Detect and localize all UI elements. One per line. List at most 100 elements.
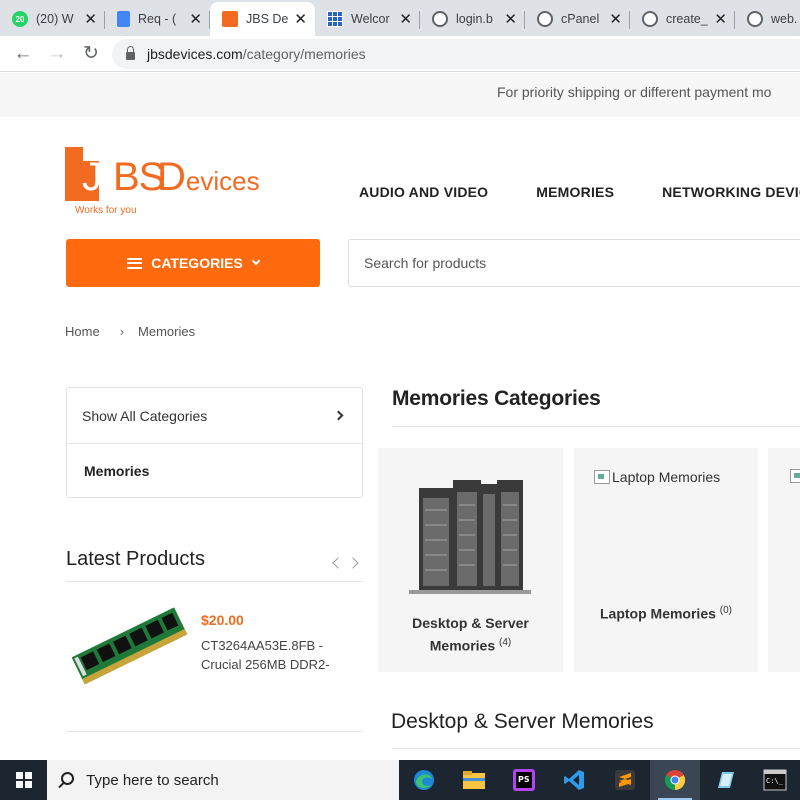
divider bbox=[66, 581, 363, 582]
menu-icon bbox=[127, 257, 143, 269]
close-tab-icon[interactable]: ✕ bbox=[609, 10, 622, 28]
logo-tagline: Works for you bbox=[75, 205, 137, 216]
globe-icon bbox=[747, 11, 763, 27]
ram-module-image[interactable] bbox=[70, 603, 188, 687]
windows-start-button[interactable] bbox=[0, 760, 47, 800]
tab-login[interactable]: login.b ✕ bbox=[420, 2, 525, 36]
lock-icon[interactable] bbox=[126, 46, 135, 60]
tab-title: Welcor bbox=[351, 12, 390, 26]
breadcrumb: Home › Memories bbox=[65, 324, 195, 339]
grid-icon bbox=[327, 11, 343, 27]
tab-welcome[interactable]: Welcor ✕ bbox=[315, 2, 420, 36]
globe-icon bbox=[537, 11, 553, 27]
logo-letter-j: J bbox=[82, 155, 102, 199]
whatsapp-icon: 20 bbox=[12, 11, 28, 27]
nav-memories[interactable]: MEMORIES bbox=[536, 184, 614, 200]
search-box bbox=[348, 239, 800, 287]
chrome-icon[interactable] bbox=[649, 760, 700, 800]
category-name: Laptop Memories bbox=[599, 605, 716, 622]
nav-audio-and-video[interactable]: AUDIO AND VIDEO bbox=[359, 184, 488, 200]
terminal-icon[interactable]: C:\_ bbox=[750, 760, 800, 800]
close-tab-icon[interactable]: ✕ bbox=[84, 10, 97, 28]
chevron-right-icon[interactable] bbox=[347, 557, 359, 569]
tab-cpanel[interactable]: cPanel ✕ bbox=[525, 2, 630, 36]
tab-title: JBS De bbox=[246, 12, 289, 26]
vscode-icon[interactable] bbox=[549, 760, 599, 800]
categories-button[interactable]: CATEGORIES bbox=[66, 239, 320, 287]
broken-image-icon bbox=[594, 470, 610, 484]
category-card-desktop-server[interactable]: Desktop & Server Memories (4) bbox=[378, 448, 563, 672]
taskbar-search[interactable]: Type here to search bbox=[47, 760, 400, 800]
breadcrumb-separator: › bbox=[119, 324, 125, 339]
notice-bar: For priority shipping or different payme… bbox=[0, 73, 800, 117]
notice-text: For priority shipping or different payme… bbox=[497, 84, 772, 100]
category-card-laptop[interactable]: Laptop Memories Laptop Memories (0) bbox=[574, 448, 758, 672]
category-card-label: Laptop Memories (0) bbox=[574, 601, 758, 624]
close-tab-icon[interactable]: ✕ bbox=[504, 10, 517, 28]
windows-taskbar: Type here to search PS C:\_ bbox=[0, 760, 800, 800]
tab-title: create_ bbox=[666, 12, 708, 26]
search-icon bbox=[61, 772, 75, 785]
latest-products-title: Latest Products bbox=[66, 548, 205, 570]
tab-title: login.b bbox=[456, 12, 493, 26]
sidebar-item-memories[interactable]: Memories bbox=[67, 444, 362, 498]
sublime-text-icon[interactable] bbox=[600, 760, 650, 800]
close-tab-icon[interactable]: ✕ bbox=[294, 10, 307, 28]
address-bar[interactable]: jbsdevices.com/category/memories bbox=[112, 39, 800, 69]
tab-title: (20) W bbox=[36, 12, 74, 26]
logo-letters-evices: evices bbox=[185, 166, 260, 196]
tab-docs[interactable]: Req - ( ✕ bbox=[105, 2, 210, 36]
phpstorm-icon[interactable]: PS bbox=[499, 760, 549, 800]
broken-image-glyph bbox=[790, 469, 800, 483]
jbs-icon bbox=[222, 11, 238, 27]
globe-icon bbox=[432, 11, 448, 27]
sidebar-item-label: Memories bbox=[84, 463, 150, 479]
notes-app-icon[interactable] bbox=[700, 760, 750, 800]
show-all-label: Show All Categories bbox=[82, 407, 208, 424]
breadcrumb-home[interactable]: Home bbox=[65, 324, 100, 339]
category-card-partial[interactable] bbox=[768, 448, 800, 672]
category-name: Desktop & Server Memories bbox=[412, 615, 529, 654]
windows-logo-icon bbox=[15, 772, 32, 788]
url-domain: jbsdevices.com bbox=[147, 46, 243, 62]
tab-title: cPanel bbox=[561, 12, 600, 26]
search-input[interactable] bbox=[349, 240, 800, 286]
browser-tab-strip: 20 (20) W ✕ Req - ( ✕ JBS De ✕ Welcor ✕ bbox=[0, 0, 800, 36]
category-card-label: Desktop & Server Memories (4) bbox=[378, 614, 563, 656]
tab-create[interactable]: create_ ✕ bbox=[630, 2, 735, 36]
docs-icon bbox=[117, 11, 130, 27]
close-tab-icon[interactable]: ✕ bbox=[189, 10, 202, 28]
back-arrow-icon[interactable]: ← bbox=[6, 43, 40, 65]
tab-title: web. bbox=[771, 12, 798, 26]
forward-arrow-icon[interactable]: → bbox=[40, 43, 74, 65]
nav-networking-devices[interactable]: NETWORKING DEVICES bbox=[662, 184, 800, 200]
reload-icon[interactable]: ↻ bbox=[74, 42, 108, 65]
svg-text:C:\_: C:\_ bbox=[766, 777, 784, 785]
categories-label: CATEGORIES bbox=[151, 255, 243, 271]
category-count: (4) bbox=[499, 637, 512, 648]
chevron-right-icon bbox=[333, 410, 344, 421]
url-path: /category/memories bbox=[242, 46, 366, 62]
chevron-down-icon bbox=[251, 256, 261, 266]
tab-whatsapp[interactable]: 20 (20) W ✕ bbox=[0, 2, 105, 36]
screen: 20 (20) W ✕ Req - ( ✕ JBS De ✕ Welcor ✕ bbox=[0, 0, 800, 800]
tab-web[interactable]: web. bbox=[735, 2, 800, 36]
tab-jbs-devices[interactable]: JBS De ✕ bbox=[210, 2, 315, 36]
site-logo[interactable]: J BS Devices Works for you bbox=[65, 147, 265, 217]
logo-word-devices: Devices bbox=[157, 157, 260, 197]
edge-icon[interactable] bbox=[399, 760, 449, 800]
broken-image-icon bbox=[790, 469, 800, 483]
close-tab-icon[interactable]: ✕ bbox=[399, 10, 412, 28]
show-all-categories[interactable]: Show All Categories bbox=[67, 388, 362, 444]
breadcrumb-current: Memories bbox=[138, 324, 196, 339]
file-explorer-icon[interactable] bbox=[449, 760, 499, 800]
chevron-left-icon[interactable] bbox=[332, 557, 344, 569]
category-count: (0) bbox=[719, 605, 733, 616]
close-tab-icon[interactable]: ✕ bbox=[714, 10, 727, 28]
desktop-server-memories-title: Desktop & Server Memories bbox=[391, 710, 654, 733]
divider bbox=[392, 748, 800, 749]
product-name[interactable]: CT3264AA53E.8FB - Crucial 256MB DDR2- bbox=[201, 636, 351, 674]
product-price: $20.00 bbox=[201, 612, 244, 628]
globe-icon bbox=[642, 11, 658, 27]
main-nav: AUDIO AND VIDEO MEMORIES NETWORKING DEVI… bbox=[359, 184, 800, 200]
